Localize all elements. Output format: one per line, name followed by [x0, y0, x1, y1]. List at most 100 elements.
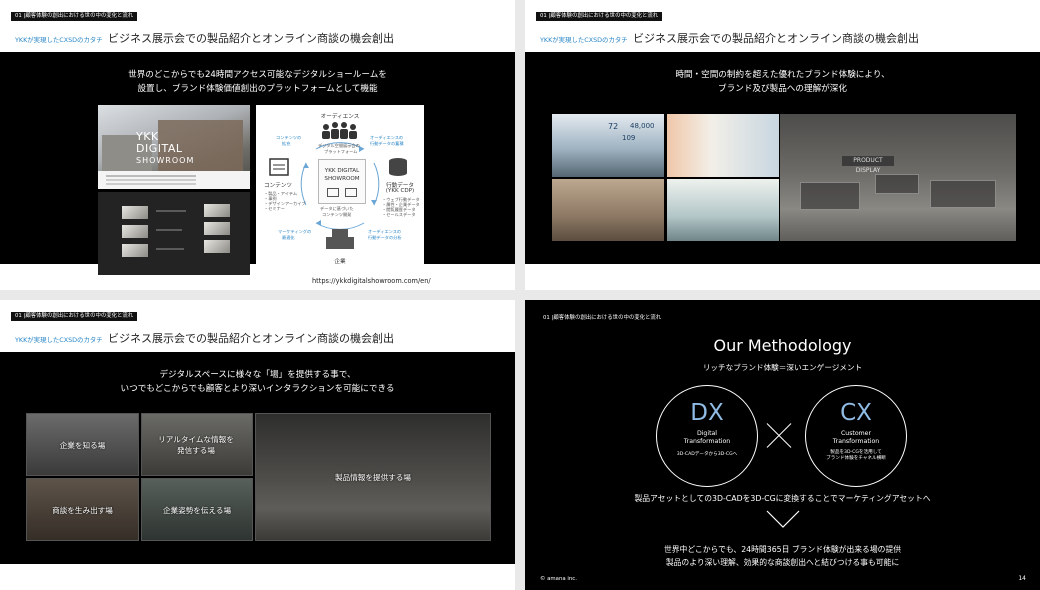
- showroom-photo-about: 72 109 48,000: [552, 114, 664, 177]
- display-case: [930, 180, 996, 208]
- showroom-url-link[interactable]: https://ykkdigitalshowroom.com/en/: [312, 277, 431, 285]
- label-bottom-left-1: マーケティングの: [278, 229, 312, 234]
- panel-realtime: リアルタイムな情報を発信する場: [141, 413, 253, 476]
- behavior-label-2: (YKK CDP): [385, 188, 415, 194]
- caption-line-1: 世界のどこからでも24時間アクセス可能なデジタルショールームを: [128, 70, 387, 80]
- menu-text: [156, 229, 182, 231]
- copyright-footer: © amana inc.: [540, 276, 577, 282]
- panel-stance: 企業姿勢を伝える場: [141, 478, 253, 541]
- label-bottom-left-2: 最適化: [282, 235, 295, 240]
- page-number: 11: [493, 275, 501, 282]
- menu-thumb: [204, 204, 230, 217]
- panel-label: 製品情報を提供する場: [335, 473, 411, 482]
- showroom-photo-frames: [667, 179, 779, 241]
- platform-diagram: オーディエンス コンテンツの 拡充 オーディエンスの 行動データの蓄積 デジタル…: [256, 105, 424, 275]
- caption-line-1: デジタルスペースに様々な「場」を提供する事で、: [159, 370, 356, 380]
- copyright-footer: © amana inc.: [15, 576, 52, 582]
- chevron-down-icon: [766, 510, 800, 528]
- screen-icon: [327, 188, 339, 197]
- methodology-subheading: リッチなブランド体験＝深いエンゲージメント: [702, 363, 863, 372]
- showroom-photo-connect: [552, 179, 664, 241]
- cx-abbr: CX: [840, 400, 872, 426]
- multiply-icon: [766, 423, 792, 449]
- slide-subtitle: YKKが実現したCXSDのカタチ: [15, 36, 103, 44]
- center-label-1: YKK DIGITAL: [324, 168, 360, 174]
- dx-line-1: Digital: [696, 430, 718, 437]
- content-item: ・セミナー: [264, 206, 285, 211]
- panel-negotiation: 商談を生み出す場: [26, 478, 139, 541]
- page-number: 13: [493, 575, 501, 582]
- label-top-right-2: 行動データの蓄積: [370, 141, 404, 146]
- center-top-2: プラットフォーム: [324, 149, 358, 154]
- slide-title: ビジネス展示会での製品紹介とオンライン商談の機会創出: [108, 332, 394, 345]
- cx-line-2: Transformation: [832, 438, 880, 445]
- label-top-left-1: コンテンツの: [276, 135, 302, 140]
- section-tag: 01 |顧客体験の創出における世の中の変化と流れ: [543, 315, 662, 321]
- showroom-menu-image: [98, 192, 250, 275]
- label-bottom-right-2: 行動データの分析: [368, 235, 402, 240]
- label-top-right-1: オーディエンスの: [370, 135, 404, 140]
- center-bottom-1: データに基づいた: [320, 206, 354, 211]
- audience-label: オーディエンス: [320, 114, 360, 120]
- page-number: 12: [1018, 275, 1026, 282]
- slide-subtitle: YKKが実現したCXSDのカタチ: [540, 36, 628, 44]
- logo-line-2: DIGITAL: [136, 142, 183, 155]
- dx-abbr: DX: [690, 400, 724, 426]
- stat-value: 48,000: [630, 122, 655, 130]
- slide-grid: 01 |顧客体験の創出における世の中の変化と流れ YKKが実現したCXSDのカタ…: [0, 0, 1040, 590]
- panel-label: 企業姿勢を伝える場: [162, 506, 232, 515]
- slide-12[interactable]: 01 |顧客体験の創出における世の中の変化と流れ YKKが実現したCXSDのカタ…: [525, 0, 1040, 290]
- slide-14[interactable]: 01 |顧客体験の創出における世の中の変化と流れ Our Methodology…: [525, 300, 1040, 590]
- menu-thumb: [204, 240, 230, 253]
- image-collage: 72 109 48,000 PRODUCT DISPLAY: [525, 52, 1040, 264]
- section-tag: 01 |顧客体験の創出における世の中の変化と流れ: [11, 312, 138, 321]
- copyright-footer: © amana inc.: [540, 576, 577, 582]
- dx-line-2: Transformation: [683, 438, 731, 445]
- cx-note-2: ブランド体験をチャネル横断: [826, 456, 886, 461]
- showroom-logo: YKK DIGITAL SHOWROOM: [136, 131, 218, 171]
- company-label: 企業: [334, 259, 346, 265]
- menu-thumb: [122, 206, 148, 219]
- center-top-1: デジタル空間展示会の: [318, 143, 360, 148]
- closing-line-2: 製品のより深い理解、効果的な商談創出へと結びつける事も可能に: [665, 558, 900, 567]
- dx-circle: DX Digital Transformation 3D-CADデータから3D-…: [656, 385, 758, 487]
- showroom-photo-theory: [667, 114, 779, 177]
- section-tag: 01 |顧客体験の創出における世の中の変化と流れ: [11, 12, 138, 21]
- center-platform-box: YKK DIGITAL SHOWROOM: [318, 159, 366, 204]
- product-display-sign: PRODUCT DISPLAY: [842, 156, 894, 174]
- stat-value: 109: [622, 134, 636, 142]
- center-label-2: SHOWROOM: [324, 176, 360, 182]
- content-label: コンテンツ: [264, 183, 292, 189]
- panel-product-info: 製品情報を提供する場: [255, 413, 491, 541]
- slide-11[interactable]: 01 |顧客体験の創出における世の中の変化と流れ YKKが実現したCXSDのカタ…: [0, 0, 515, 290]
- logo-line-3: SHOWROOM: [136, 156, 195, 165]
- slide-title: ビジネス展示会での製品紹介とオンライン商談の機会創出: [108, 32, 394, 45]
- panel-label: 商談を生み出す場: [52, 506, 113, 515]
- stat-value: 72: [608, 122, 619, 131]
- slide-title: ビジネス展示会での製品紹介とオンライン商談の機会創出: [633, 32, 919, 45]
- panel-label: リアルタイムな情報を発信する場: [158, 435, 234, 455]
- menu-thumb: [204, 222, 230, 235]
- closing-line-1: 世界中どこからでも、24時間365日 ブランド体験が出来る場の提供: [663, 545, 902, 554]
- statement-text: 製品アセットとしての3D-CADを3D-CGに変換することでマーケティングアセッ…: [634, 494, 931, 503]
- menu-thumb: [122, 244, 148, 257]
- hero-text-strip: [98, 171, 250, 189]
- caption-line-2: 設置し、ブランド体験価値創出のプラットフォームとして機能: [137, 84, 378, 94]
- slide-subtitle: YKKが実現したCXSDのカタチ: [15, 336, 103, 344]
- caption-line-2: いつでもどこからでも顧客とより深いインタラクションを可能にできる: [120, 384, 395, 394]
- screen-icon: [345, 188, 357, 197]
- menu-text: [156, 210, 186, 212]
- display-case: [875, 174, 919, 194]
- panel-label: 企業を知る場: [59, 441, 106, 450]
- slide-13[interactable]: 01 |顧客体験の創出における世の中の変化と流れ YKKが実現したCXSDのカタ…: [0, 300, 515, 590]
- cx-circle: CX Customer Transformation 製品を3D-CGを活用して…: [805, 385, 907, 487]
- section-tag: 01 |顧客体験の創出における世の中の変化と流れ: [536, 12, 663, 21]
- label-top-left-2: 拡充: [282, 141, 291, 146]
- center-bottom-2: コンテンツ開発: [322, 212, 352, 217]
- panel-company: 企業を知る場: [26, 413, 139, 476]
- data-item: ・セールスデータ: [382, 212, 416, 217]
- showroom-hero-image: YKK DIGITAL SHOWROOM: [98, 105, 250, 189]
- copyright-footer: © amana inc.: [15, 276, 52, 282]
- page-number: 14: [1018, 575, 1026, 582]
- display-case: [800, 182, 860, 210]
